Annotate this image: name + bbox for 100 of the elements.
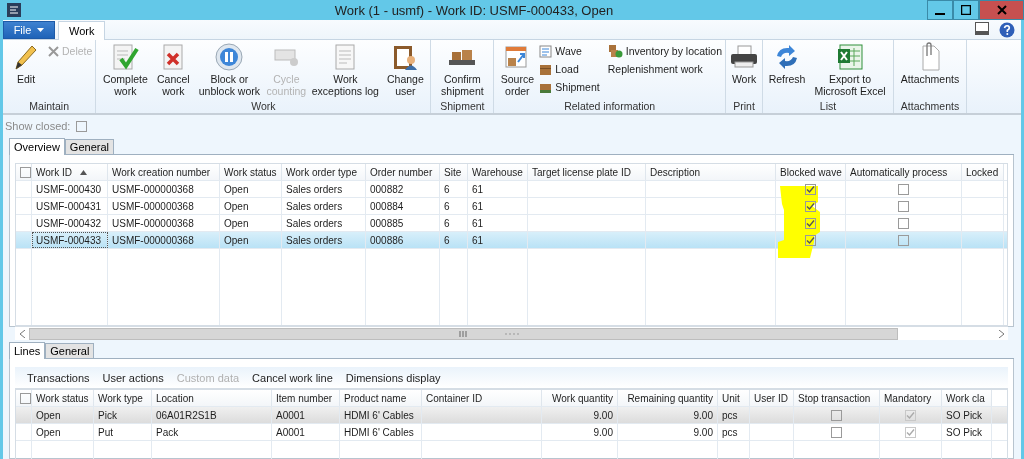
checkbox[interactable]: [898, 200, 909, 212]
ribbon-button[interactable]: Work: [729, 43, 760, 100]
column-header[interactable]: Site: [440, 164, 468, 180]
ribbon-button[interactable]: Attachments: [897, 43, 964, 100]
panel-icon[interactable]: [975, 22, 989, 35]
document-icon: [334, 43, 357, 71]
checkbox[interactable]: [831, 409, 842, 421]
checkbox[interactable]: [76, 120, 88, 132]
column-header[interactable]: Work creation number: [108, 164, 220, 180]
pencil-icon: [13, 43, 39, 71]
column-header[interactable]: Container ID: [422, 390, 542, 406]
checkbox[interactable]: [898, 217, 909, 229]
printer-icon: [729, 44, 760, 70]
column-header[interactable]: Location: [152, 390, 272, 406]
column-header[interactable]: Work ID: [32, 164, 108, 180]
column-header[interactable]: User ID: [750, 390, 794, 406]
table-cell: 6: [440, 198, 468, 214]
ribbon-button[interactable]: Change user: [383, 43, 428, 100]
table-cell: A0001: [272, 424, 340, 440]
column-header[interactable]: Target license plate ID: [528, 164, 646, 180]
column-header[interactable]: Blocked wave: [776, 164, 846, 180]
column-header[interactable]: Locked: [962, 164, 1004, 180]
table-cell: 000885: [366, 215, 440, 231]
ribbon-button[interactable]: Cancel work: [153, 43, 194, 100]
checkbox[interactable]: [898, 183, 909, 195]
table-cell: USMF-000433: [32, 232, 108, 248]
table-cell: SO Pick: [942, 424, 992, 440]
checkbox[interactable]: [805, 217, 816, 229]
column-header[interactable]: Item number: [272, 390, 340, 406]
toolbar-button[interactable]: Cancel work line: [252, 371, 333, 384]
table-cell: 6: [440, 181, 468, 197]
caret-icon: [37, 28, 45, 32]
table-cell: 61: [468, 215, 528, 231]
table-row[interactable]: Open Put Pack A0001 HDMI 6' Cables 9.00 9.00 pcs SO Pick: [16, 424, 1007, 441]
checkbox[interactable]: [20, 392, 31, 404]
table-cell: Sales orders: [282, 232, 366, 248]
column-header[interactable]: Order number: [366, 164, 440, 180]
file-menu-button[interactable]: File: [3, 21, 55, 39]
toolbar-button[interactable]: Dimensions display: [345, 371, 441, 384]
table-cell: 61: [468, 181, 528, 197]
column-header[interactable]: Work order type: [282, 164, 366, 180]
checkbox[interactable]: [831, 426, 842, 438]
ribbon-button[interactable]: Export to Microsoft Excel: [810, 43, 891, 100]
column-header[interactable]: Product name: [340, 390, 422, 406]
ribbon-button[interactable]: Replenishment work: [607, 61, 723, 77]
ribbon-button[interactable]: Shipment: [539, 79, 600, 95]
minimize-button[interactable]: [927, 0, 953, 20]
ribbon-button[interactable]: Refresh: [766, 43, 809, 100]
column-header[interactable]: Work type: [94, 390, 152, 406]
table-row[interactable]: USMF-000432 USMF-000000368 Open Sales orders 000885 6 61: [16, 215, 1007, 232]
table-row[interactable]: USMF-000431 USMF-000000368 Open Sales orders 000884 6 61: [16, 198, 1007, 215]
table-row[interactable]: USMF-000430 USMF-000000368 Open Sales orders 000882 6 61: [16, 181, 1007, 198]
table-cell: A0001: [272, 407, 340, 423]
table-cell: 9.00: [618, 424, 718, 440]
column-header[interactable]: Unit: [718, 390, 750, 406]
ribbon-button[interactable]: Edit: [6, 43, 46, 100]
column-header[interactable]: Automatically process: [846, 164, 962, 180]
table-cell: Open: [220, 215, 282, 231]
tab[interactable]: Overview: [9, 138, 65, 155]
table-row[interactable]: USMF-000433 USMF-000000368 Open Sales orders 000886 6 61: [16, 232, 1007, 249]
ribbon-tab[interactable]: Work: [58, 21, 106, 40]
scroll-left-icon[interactable]: [19, 329, 25, 338]
checkbox[interactable]: [805, 183, 816, 195]
maximize-button[interactable]: [953, 0, 979, 20]
table-cell: Sales orders: [282, 215, 366, 231]
toolbar-button[interactable]: Transactions: [27, 371, 90, 384]
column-header[interactable]: Stop transaction: [794, 390, 880, 406]
group-label: Attachments: [899, 100, 961, 113]
checkbox[interactable]: [805, 234, 816, 246]
tab[interactable]: Lines: [9, 342, 46, 359]
column-header[interactable]: Warehouse: [468, 164, 528, 180]
scroll-right-icon[interactable]: [998, 329, 1004, 338]
minimize-icon: [935, 12, 945, 15]
ribbon-button[interactable]: Wave: [539, 43, 600, 59]
toolbar-button[interactable]: User actions: [102, 371, 164, 384]
column-header[interactable]: Description: [646, 164, 776, 180]
column-header[interactable]: Remaining quantity: [618, 390, 718, 406]
checkbox[interactable]: [20, 166, 31, 178]
table-cell: Open: [220, 232, 282, 248]
ribbon-button[interactable]: Source order: [497, 43, 538, 100]
column-header[interactable]: Work cla: [942, 390, 992, 406]
table-cell: 000884: [366, 198, 440, 214]
checkbox[interactable]: [805, 200, 816, 212]
group-label: Maintain: [28, 100, 71, 113]
ribbon-button[interactable]: Load: [539, 61, 600, 77]
ribbon-button[interactable]: Block or unblock work: [195, 43, 264, 100]
ribbon-button[interactable]: Inventory by location: [607, 43, 723, 59]
tab[interactable]: General: [45, 343, 95, 358]
table-row[interactable]: Open Pick 06A01R2S1B A0001 HDMI 6' Cables 9.00 9.00 pcs SO Pick: [16, 407, 1007, 424]
group-label: Shipment: [439, 100, 486, 113]
ribbon-button[interactable]: Complete work: [99, 43, 152, 100]
help-icon[interactable]: [999, 22, 1015, 38]
column-header[interactable]: Work status: [32, 390, 94, 406]
ribbon-button[interactable]: Confirm shipment: [434, 43, 491, 100]
close-button[interactable]: [979, 0, 1024, 20]
column-header[interactable]: Work quantity: [542, 390, 618, 406]
ribbon-button[interactable]: Work exceptions log: [309, 43, 382, 100]
column-header[interactable]: Work status: [220, 164, 282, 180]
checkbox[interactable]: [898, 234, 909, 246]
tab[interactable]: General: [64, 139, 114, 154]
